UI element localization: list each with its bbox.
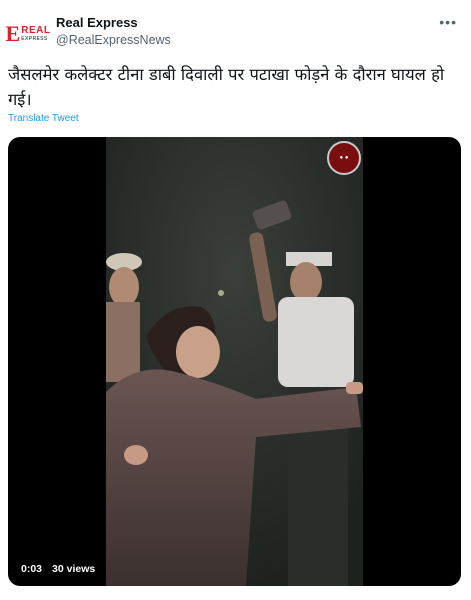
avatar-logo: E REAL EXPRESS (5, 21, 51, 46)
author-handle[interactable]: @RealExpressNews (56, 33, 171, 47)
translate-tweet-link[interactable]: Translate Tweet (8, 113, 79, 124)
video-frame (106, 137, 363, 586)
tweet-text: जैसलमेर कलेक्टर टीना डाबी दिवाली पर पटाख… (8, 65, 445, 109)
video-meta: 0:03 30 views (15, 559, 101, 579)
channel-logo-icon: ● ● (327, 141, 361, 175)
video-elapsed-time: 0:03 (21, 563, 43, 575)
more-options-icon[interactable]: ••• (439, 14, 457, 30)
video-player[interactable]: ● ● 0:03 30 views (8, 137, 461, 586)
avatar-logo-letter: E (5, 21, 21, 46)
tweet-card: E REAL EXPRESS Real Express @RealExpress… (0, 0, 471, 600)
author-name[interactable]: Real Express (56, 15, 138, 30)
avatar[interactable]: E REAL EXPRESS (5, 14, 51, 54)
avatar-logo-top: REAL (21, 25, 51, 36)
avatar-logo-bottom: EXPRESS (21, 36, 48, 42)
video-view-count: 30 views (52, 563, 96, 575)
